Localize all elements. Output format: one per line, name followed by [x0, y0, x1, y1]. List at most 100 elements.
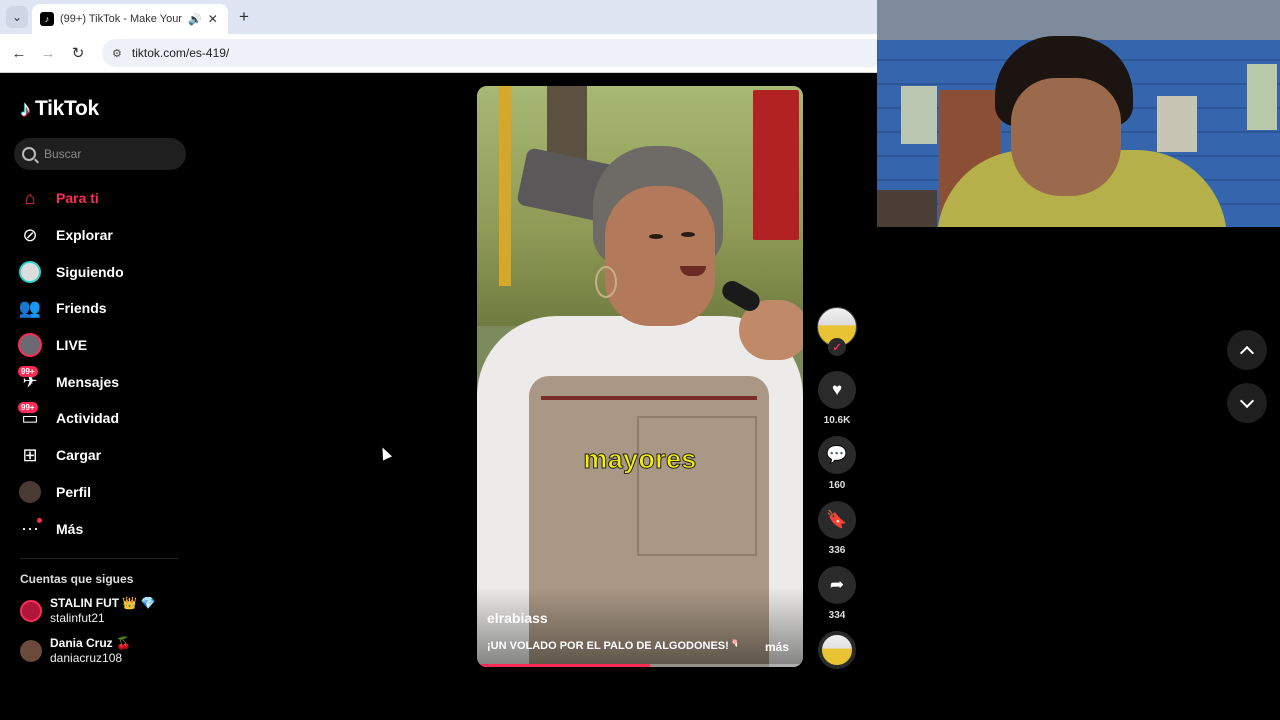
save-count: 336	[828, 545, 846, 556]
chevron-down-icon	[1239, 393, 1255, 408]
video-eye	[681, 232, 695, 237]
save-action: 🔖 336	[816, 501, 858, 556]
activity-badge: 99+	[18, 402, 38, 414]
messages-badge: 99+	[18, 365, 38, 377]
nav-label: Friends	[56, 300, 107, 317]
nav-item-friends[interactable]: 👥 Friends	[16, 290, 186, 327]
avatar	[20, 640, 42, 662]
nav-item-explorar[interactable]: ⊘ Explorar	[16, 217, 186, 254]
nav-label: Para ti	[56, 190, 99, 207]
new-tab-button[interactable]: +	[234, 7, 254, 27]
nav-item-mensajes[interactable]: ✈ 99+ Mensajes	[16, 363, 186, 400]
video-eye	[649, 234, 663, 239]
followed-check-icon[interactable]: ✓	[828, 338, 846, 356]
video-shade	[477, 587, 803, 667]
browser-tab-tiktok[interactable]: ♪ (99+) TikTok - Make Your Day 🔊 ✕	[32, 4, 228, 34]
more-icon: ···	[16, 515, 44, 543]
account-name: STALIN FUT 👑 💎	[50, 596, 156, 610]
video-sign	[753, 90, 799, 240]
search-input[interactable]	[44, 147, 174, 161]
browser-window: ⌄ ♪ (99+) TikTok - Make Your Day 🔊 ✕ + ←…	[0, 0, 877, 73]
following-account[interactable]: STALIN FUT 👑 💎 stalinfut21	[20, 596, 156, 626]
nav-item-para-ti[interactable]: ⌂ Para ti	[16, 180, 186, 217]
search-box[interactable]	[14, 138, 186, 170]
upload-icon: ⊞	[22, 444, 38, 465]
account-name: Dania Cruz 🍒	[50, 636, 131, 650]
compass-icon: ⊘	[22, 224, 38, 245]
more-link[interactable]: más	[765, 640, 789, 654]
nav-item-live[interactable]: LIVE	[16, 327, 186, 364]
video-pole	[499, 86, 511, 286]
video-progress-bar[interactable]	[477, 664, 803, 667]
tiktok-favicon-icon: ♪	[40, 12, 54, 26]
chevron-up-icon	[1239, 345, 1255, 360]
reload-icon[interactable]: ↻	[67, 42, 89, 64]
webcam-person-face	[1011, 78, 1121, 196]
account-handle: daniacruz108	[50, 651, 123, 665]
activity-icon: ▭ 99+	[16, 402, 44, 432]
share-action: ➦ 334	[816, 566, 858, 621]
sidebar: ♪ TikTok ⌂ Para ti ⊘ Explorar Siguiendo …	[0, 74, 200, 720]
comment-count: 160	[828, 480, 846, 491]
browser-toolbar: ← → ↻ ⚙ tiktok.com/es-419/	[0, 34, 877, 72]
profile-avatar	[16, 478, 44, 506]
previous-video-button[interactable]	[1227, 330, 1267, 370]
nav-item-perfil[interactable]: Perfil	[16, 474, 186, 511]
home-icon: ⌂	[24, 187, 36, 208]
site-info-icon[interactable]: ⚙	[112, 47, 122, 60]
music-disc-avatar[interactable]	[818, 631, 856, 669]
tiktok-logo[interactable]: ♪ TikTok	[20, 96, 99, 122]
like-count: 10.6K	[823, 415, 851, 426]
webcam-poster	[1157, 96, 1197, 152]
share-count: 334	[828, 610, 846, 621]
video-face	[605, 186, 715, 326]
nav-label: Actividad	[56, 410, 120, 427]
nav-label: Más	[56, 520, 84, 537]
video-player[interactable]: mayores elrabiass ¡UN VOLADO POR EL PALO…	[477, 86, 803, 667]
nav-label: Perfil	[56, 483, 92, 500]
video-progress-fill	[477, 664, 650, 667]
forward-arrow-icon[interactable]: →	[37, 42, 59, 64]
webcam-poster	[1247, 64, 1277, 130]
heart-icon[interactable]: ♥	[818, 371, 856, 409]
tab-strip: ⌄ ♪ (99+) TikTok - Make Your Day 🔊 ✕ +	[0, 0, 877, 34]
webcam-ceiling	[877, 0, 1280, 40]
avatar	[20, 600, 42, 622]
comment-icon[interactable]: 💬	[818, 436, 856, 474]
nav-item-mas[interactable]: ··· Más	[16, 510, 186, 547]
address-bar[interactable]: ⚙ tiktok.com/es-419/	[102, 39, 877, 67]
following-avatar	[16, 258, 44, 286]
url-text: tiktok.com/es-419/	[131, 46, 230, 60]
like-action: ♥ 10.6K	[816, 371, 858, 426]
share-icon[interactable]: ➦	[818, 566, 856, 604]
nav-label: Explorar	[56, 227, 113, 244]
mouse-cursor	[377, 445, 393, 461]
next-video-button[interactable]	[1227, 383, 1267, 423]
webcam-desk	[877, 190, 937, 227]
video-apron-trim	[541, 396, 757, 400]
video-author[interactable]: elrabiass	[487, 610, 548, 626]
following-account[interactable]: Dania Cruz 🍒 daniacruz108	[20, 636, 131, 666]
nav-label: LIVE	[56, 337, 88, 354]
comment-action: 💬 160	[816, 436, 858, 491]
tab-search-icon[interactable]: ⌄	[6, 6, 28, 28]
video-apron-pocket	[637, 416, 757, 556]
nav-item-actividad[interactable]: ▭ 99+ Actividad	[16, 400, 186, 437]
search-icon	[22, 147, 36, 161]
close-tab-icon[interactable]: ✕	[208, 12, 218, 26]
back-arrow-icon[interactable]: ←	[8, 42, 30, 64]
following-section-title: Cuentas que sigues	[20, 572, 134, 586]
bookmark-icon[interactable]: 🔖	[818, 501, 856, 539]
live-avatar	[16, 331, 44, 359]
sidebar-divider	[20, 558, 178, 559]
video-earring	[595, 266, 617, 298]
video-description: ¡UN VOLADO POR EL PALO DE ALGODONES! 🍡	[487, 640, 737, 652]
tiktok-note-icon: ♪	[20, 96, 31, 121]
nav-item-cargar[interactable]: ⊞ Cargar	[16, 437, 186, 474]
logo-text: TikTok	[35, 97, 99, 120]
nav-item-siguiendo[interactable]: Siguiendo	[16, 253, 186, 290]
nav-label: Mensajes	[56, 373, 120, 390]
messages-icon: ✈ 99+	[16, 365, 44, 396]
webcam-poster	[901, 86, 937, 144]
speaker-icon[interactable]: 🔊	[188, 13, 202, 26]
